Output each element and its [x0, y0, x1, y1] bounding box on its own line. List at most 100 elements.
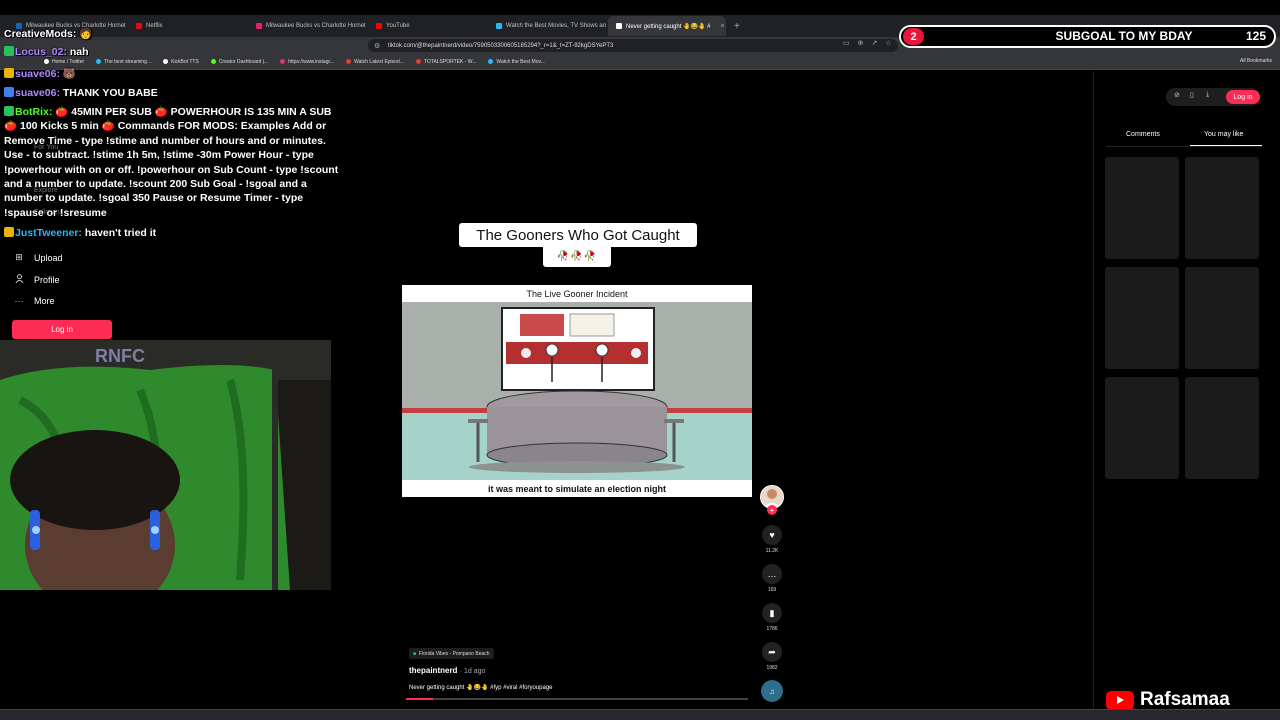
chat-badge-icon [4, 87, 14, 97]
video-description: Never getting caught 🤚😂🤚 #fyp #viral #fo… [409, 685, 553, 691]
subgoal-number: 2 [903, 28, 924, 45]
chat-text: 🍅 45MIN PER SUB 🍅 POWERHOUR IS 135 MIN A… [4, 106, 339, 219]
follow-plus-icon[interactable]: + [767, 505, 777, 515]
site-info-icon[interactable]: ⚙ [374, 42, 380, 50]
video-title-banner: The Gooners Who Got Caught [459, 223, 697, 247]
sidebar-item-label: More [34, 296, 55, 306]
chat-text: THANK YOU BABE [59, 87, 158, 99]
subgoal-label: SUBGOAL TO MY BDAY [1055, 29, 1193, 43]
tab-title: Watch the Best Movies, TV Shows and [506, 23, 606, 29]
bookmark-label: TOTALSPORTEK - W... [423, 58, 477, 65]
chat-message: suave06: THANK YOU BABE [4, 86, 344, 100]
chat-badge-icon [4, 46, 14, 56]
bookmark-item[interactable]: Watch the Best Mov... [488, 59, 545, 65]
chat-username: suave06: [15, 87, 60, 99]
chat-message: BotRix: 🍅 45MIN PER SUB 🍅 POWERHOUR IS 1… [4, 105, 344, 220]
bookmark-item[interactable]: Watch Latest Episod... [346, 59, 404, 65]
youtube-logo-icon [1106, 690, 1134, 710]
more-icon: ··· [14, 296, 24, 306]
chat-username: CreativeMods: [4, 28, 77, 40]
compass-icon[interactable]: ⊘ [1174, 91, 1180, 99]
bookmark-favicon-icon [44, 59, 49, 64]
sidebar-item-more[interactable]: ··· More [14, 296, 55, 306]
sidebar-login-button[interactable]: Log in [12, 320, 112, 339]
subgoal-overlay: SUBGOAL TO MY BDAY 2 125 [899, 25, 1276, 48]
tab-comments[interactable]: Comments [1126, 131, 1160, 138]
tabs-divider [1106, 146, 1262, 147]
all-bookmarks-button[interactable]: All Bookmarks [1240, 58, 1272, 64]
save-action[interactable]: ▮ 1786 [760, 603, 784, 632]
chat-message: suave06: 🐻 [4, 67, 344, 81]
music-title: Florida Vibes - Pompano Beach [419, 650, 490, 657]
bookmark-item[interactable]: TOTALSPORTEK - W... [415, 58, 477, 65]
like-count: 11.2K [765, 548, 779, 554]
suggested-video-thumb[interactable] [1185, 157, 1259, 259]
zoom-icon[interactable]: ⊕ [858, 39, 864, 47]
sidebar-item-profile[interactable]: Profile [14, 274, 60, 285]
music-tag[interactable]: ■ Florida Vibes - Pompano Beach [409, 648, 494, 659]
like-action[interactable]: ♥ 11.2K [760, 525, 784, 554]
active-tab-indicator [1190, 145, 1262, 146]
video-title-emoji: 🥀🥀🥀 [543, 246, 611, 267]
suggested-video-thumb[interactable] [1105, 267, 1179, 369]
suggested-video-thumb[interactable] [1105, 157, 1179, 259]
tab-favicon-icon [616, 23, 622, 29]
comment-action[interactable]: … 169 [760, 564, 784, 593]
youtube-handle: Rafsamaa [1140, 689, 1230, 710]
video-scene-illustration [402, 302, 752, 480]
tab-favicon-icon [496, 23, 502, 29]
save-count: 1786 [766, 626, 778, 632]
right-panel: ⊘ ▯ ⤓ Log in Comments You may like [1094, 71, 1280, 709]
url-field[interactable]: ⚙ tiktok.com/@thepaintnerd/video/7590503… [368, 39, 898, 52]
video-author[interactable]: thepaintnerd · 1d ago [409, 666, 485, 675]
post-time: · 1d ago [459, 668, 486, 675]
webcam-overlay: RNFC [0, 340, 331, 590]
share-count: 1982 [766, 665, 778, 671]
music-note-icon: ■ [413, 650, 417, 657]
comment-count: 169 [767, 587, 777, 593]
install-icon[interactable]: ▭ [843, 39, 850, 47]
taskbar-strip [0, 709, 1280, 720]
share-page-icon[interactable]: ↗ [872, 39, 878, 47]
chat-badge-icon [4, 68, 14, 78]
bookmark-favicon-icon [488, 59, 494, 64]
chat-username: BotRix: [15, 106, 53, 118]
browser-tab[interactable]: Never getting caught 🤚😂🤚 # × [608, 16, 726, 36]
author-name: thepaintnerd [409, 666, 458, 675]
chat-username: Locus_02: [15, 46, 67, 58]
tab-you-may-like[interactable]: You may like [1204, 131, 1243, 138]
video-progress-bar[interactable] [406, 698, 748, 700]
suggested-video-thumb[interactable] [1105, 377, 1179, 479]
sidebar-item-label: Upload [34, 252, 63, 263]
new-tab-button[interactable]: + [734, 21, 740, 32]
video-caption: it was meant to simulate an election nig… [487, 483, 667, 494]
chat-message: CreativeMods: 🧑 [4, 27, 344, 41]
webcam-image: RNFC [0, 340, 331, 590]
chat-message: JustTweener: haven't tried it [4, 226, 344, 240]
bookmark-favicon-icon [163, 59, 169, 64]
browser-tab[interactable]: Watch the Best Movies, TV Shows and [488, 16, 606, 36]
share-action[interactable]: ➦ 1982 [760, 642, 784, 671]
bookmark-label: Watch Latest Episod... [354, 58, 404, 65]
bookmark-favicon-icon [210, 59, 216, 64]
sidebar-item-upload[interactable]: ⊞ Upload [14, 252, 63, 263]
bookmark-star-icon[interactable]: ☆ [885, 39, 891, 47]
svg-text:RNFC: RNFC [95, 346, 145, 366]
suggested-video-thumb[interactable] [1185, 267, 1259, 369]
heart-icon: ♥ [762, 525, 782, 545]
download-icon[interactable]: ⤓ [1206, 91, 1209, 99]
chat-message: Locus_02: nah [4, 45, 344, 59]
close-tab-icon[interactable]: × [720, 23, 724, 30]
video-player[interactable]: The Live Gooner Incident it was meant to… [402, 285, 752, 497]
tab-title: Never getting caught 🤚😂🤚 # [626, 23, 711, 30]
music-disc-icon[interactable]: ♫ [761, 680, 783, 702]
bookmark-icon: ▮ [762, 603, 782, 623]
frame-title: The Live Gooner Incident [526, 288, 628, 299]
chat-text: haven't tried it [81, 227, 157, 239]
browser-tab[interactable]: YouTube [368, 16, 486, 36]
share-arrow-icon: ➦ [762, 642, 782, 662]
tab-title: YouTube [386, 23, 410, 29]
phone-icon[interactable]: ▯ [1190, 91, 1194, 99]
suggested-video-thumb[interactable] [1185, 377, 1259, 479]
top-login-button[interactable]: Log in [1226, 90, 1260, 104]
